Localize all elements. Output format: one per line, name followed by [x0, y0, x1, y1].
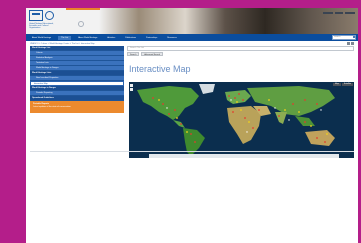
breadcrumb[interactable]: UNESCO » Culture » World Heritage Centre…: [30, 43, 95, 45]
header-accent-tab: [66, 8, 100, 10]
nav-item-resources[interactable]: Resources: [164, 36, 180, 40]
page-title: Interactive Map: [129, 64, 191, 74]
promo-text: Latest updates of the state of conservat…: [33, 106, 71, 108]
map-layer-map-button[interactable]: Map: [332, 83, 341, 86]
main-content: Search The List Search Advanced Search I…: [127, 46, 355, 158]
globe-icon: [78, 21, 84, 27]
map-layer-switcher: Map Satellite: [332, 83, 353, 86]
page-tools: [347, 42, 354, 45]
utility-link[interactable]: [323, 12, 333, 14]
nav-item-activities[interactable]: Activities: [104, 36, 118, 40]
world-heritage-emblem-icon: [45, 11, 54, 20]
search-buttons: Search Advanced Search: [127, 52, 355, 56]
interactive-map[interactable]: Map Satellite: [129, 82, 354, 158]
map-layer-satellite-button[interactable]: Satellite: [341, 83, 353, 86]
footer-divider: [30, 151, 354, 152]
utility-bar: [323, 12, 355, 14]
print-icon[interactable]: [347, 42, 350, 45]
advanced-search-button[interactable]: Advanced Search: [141, 52, 164, 56]
header-banner: United Nations Educational, Scientific a…: [26, 8, 358, 35]
page: United Nations Educational, Scientific a…: [26, 8, 358, 243]
zoom-out-icon[interactable]: [130, 88, 133, 91]
main-nav: About World Heritage The List About Worl…: [26, 34, 358, 41]
utility-link[interactable]: [335, 12, 343, 14]
nav-item-about-world-heritage[interactable]: About World Heritage: [75, 36, 100, 40]
list-search-input[interactable]: Search The List: [127, 46, 354, 51]
search-button[interactable]: Search: [127, 52, 140, 56]
map-zoom-controls: [130, 84, 133, 91]
nav-item-the-list[interactable]: The List: [58, 35, 72, 40]
nav-item-publications[interactable]: Publications: [122, 36, 139, 40]
utility-link[interactable]: [345, 12, 355, 14]
sidebar: World Heritage List Criteria Statistical…: [30, 46, 124, 113]
unesco-emblem-icon: [29, 10, 43, 21]
nav-item-about[interactable]: About World Heritage: [29, 36, 54, 40]
share-icon[interactable]: [351, 42, 354, 45]
nav-item-partnerships[interactable]: Partnerships: [143, 36, 160, 40]
world-map[interactable]: [129, 82, 354, 158]
sidebar-promo[interactable]: Periodic Reports Latest updates of the s…: [30, 101, 124, 113]
unesco-logo[interactable]: [29, 10, 54, 21]
zoom-in-icon[interactable]: [130, 84, 133, 87]
search-icon[interactable]: [353, 36, 355, 38]
logo-text: United Nations Educational, Scientific a…: [29, 23, 54, 29]
